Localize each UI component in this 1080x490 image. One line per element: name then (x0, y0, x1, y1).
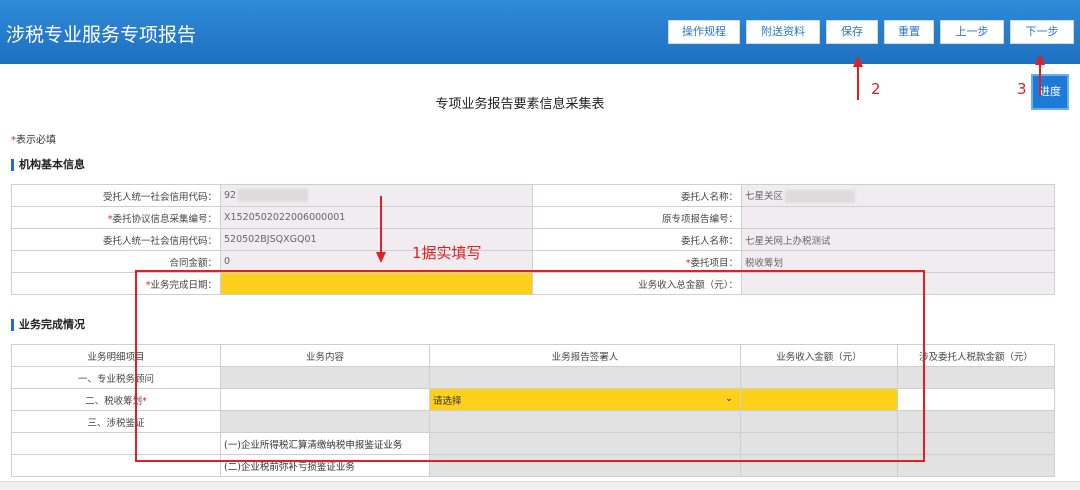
section-title-completion: 业务完成情况 (11, 319, 85, 331)
annotation-3-text: 3 (1017, 80, 1027, 98)
section-title-basic: 机构基本信息 (11, 159, 85, 171)
table-row: 委托人统一社会信用代码： 520502BJSQXGQ01 委托人名称： 七星关网… (11, 228, 1055, 251)
value-original-report-number (741, 206, 1055, 229)
attachments-button[interactable]: 附送资料 (746, 20, 820, 44)
label-client-name: 委托人名称： (532, 184, 742, 207)
annotation-arrow-1 (380, 196, 382, 252)
label-client-name-2: 委托人名称： (532, 228, 742, 251)
value-client-credit-code: 520502BJSQXGQ01 (220, 228, 533, 251)
label-client-credit-code: 委托人统一社会信用代码： (11, 228, 221, 251)
annotation-arrowhead-3 (1035, 54, 1045, 65)
top-bar: 涉税专业服务专项报告 操作规程 附送资料 保存 重置 上一步 下一步 (0, 0, 1080, 64)
annotation-arrowhead-1 (376, 252, 386, 263)
label-original-report-number: 原专项报告编号： (532, 206, 742, 229)
progress-button[interactable]: 进度 (1031, 74, 1069, 110)
annotation-highlight-box (135, 270, 925, 462)
value-client-name-2: 七星关网上办税测试 (741, 228, 1055, 251)
redacted-mask (785, 190, 856, 203)
required-note-text: 表示必填 (16, 135, 56, 146)
app-title: 涉税专业服务专项报告 (6, 24, 197, 46)
value-trustee-credit-code: 92 (220, 184, 533, 207)
page-title: 专项业务报告要素信息采集表 (435, 97, 605, 112)
value-client-name: 七星关区 (741, 184, 1055, 207)
label-agreement-number: *委托协议信息采集编号： (11, 206, 221, 229)
redacted-mask (238, 189, 309, 202)
next-step-button[interactable]: 下一步 (1010, 20, 1074, 44)
label-trustee-credit-code: 受托人统一社会信用代码： (11, 184, 221, 207)
previous-step-button[interactable]: 上一步 (940, 20, 1004, 44)
annotation-arrow-3 (1039, 64, 1041, 96)
annotation-2-text: 2 (871, 80, 881, 98)
save-button[interactable]: 保存 (826, 20, 878, 44)
annotation-arrow-2 (857, 66, 859, 100)
reset-button[interactable]: 重置 (884, 20, 934, 44)
annotation-arrowhead-2 (853, 56, 863, 67)
operation-rules-button[interactable]: 操作规程 (668, 20, 740, 44)
table-row: *委托协议信息采集编号： X1520502022006000001 原专项报告编… (11, 206, 1055, 229)
annotation-1-text: 1据实填写 (412, 244, 482, 262)
required-note: *表示必填 (11, 131, 56, 146)
table-row: 受托人统一社会信用代码： 92 委托人名称： 七星关区 (11, 184, 1055, 207)
horizontal-scrollbar[interactable] (0, 481, 1080, 490)
value-agreement-number: X1520502022006000001 (220, 206, 533, 229)
